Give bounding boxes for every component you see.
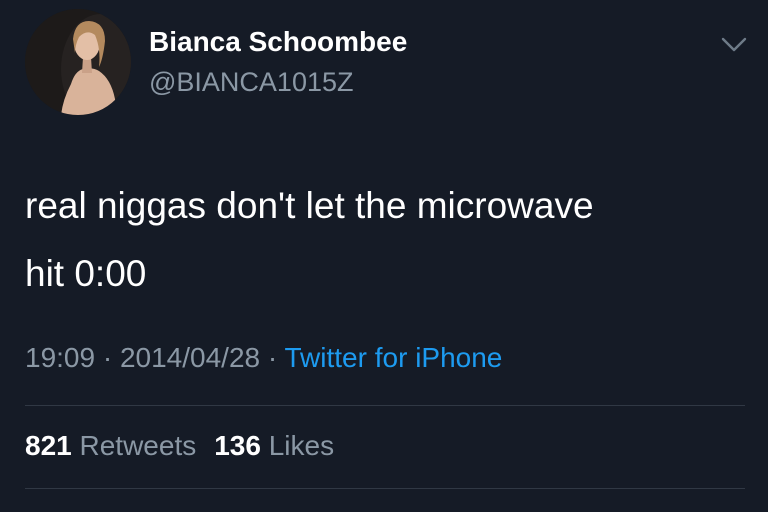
- meta-separator: ·: [260, 342, 285, 373]
- profile-photo: [25, 9, 131, 115]
- chevron-down-icon[interactable]: [719, 34, 749, 56]
- likes-stat[interactable]: 136 Likes: [214, 430, 334, 461]
- user-handle[interactable]: @BIANCA1015Z: [149, 67, 354, 98]
- avatar[interactable]: [25, 9, 131, 115]
- tweet-stats: 821 Retweets 136 Likes: [25, 430, 334, 462]
- divider: [25, 405, 745, 406]
- tweet-text: real niggas don't let the microwave hit …: [25, 172, 745, 308]
- tweet-text-line: real niggas don't let the microwave: [25, 185, 594, 226]
- retweets-count: 821: [25, 430, 72, 461]
- tweet-meta: 19:09 · 2014/04/28 · Twitter for iPhone: [25, 342, 502, 374]
- meta-separator: ·: [95, 342, 120, 373]
- likes-label: Likes: [268, 430, 335, 461]
- tweet-source-link[interactable]: Twitter for iPhone: [285, 342, 503, 373]
- likes-count: 136: [214, 430, 261, 461]
- display-name[interactable]: Bianca Schoombee: [149, 26, 407, 58]
- tweet-time[interactable]: 19:09: [25, 342, 95, 373]
- retweets-stat[interactable]: 821 Retweets: [25, 430, 196, 461]
- divider: [25, 488, 745, 489]
- retweets-label: Retweets: [79, 430, 197, 461]
- tweet-text-line: hit 0:00: [25, 253, 147, 294]
- tweet-date[interactable]: 2014/04/28: [120, 342, 260, 373]
